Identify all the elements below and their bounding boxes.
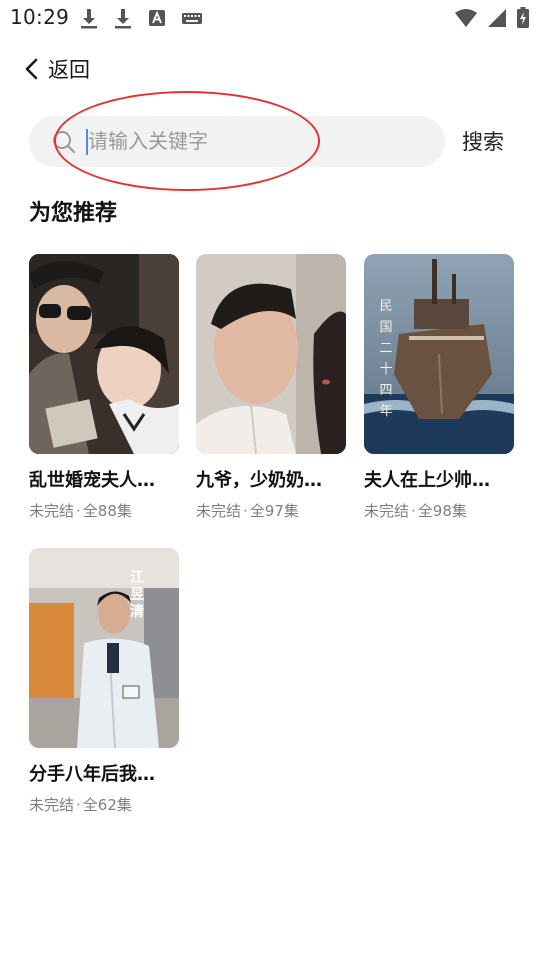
back-label: 返回 [48, 58, 90, 82]
drama-card[interactable]: 江 昱 清 分手八年后我… 未完结 · 全62集 [29, 548, 179, 815]
drama-card[interactable]: 九爷，少奶奶… 未完结 · 全97集 [196, 254, 346, 521]
poster-char: 二 [379, 341, 393, 356]
battery-charging-icon [516, 7, 530, 29]
poster-char: 民 [379, 299, 393, 314]
poster-char: 清 [130, 604, 144, 620]
drama-poster [29, 254, 179, 454]
search-button[interactable]: 搜索 [462, 126, 504, 156]
meta-separator: · [76, 502, 81, 520]
drama-title: 夫人在上少帅… [364, 470, 490, 491]
meta-separator: · [411, 502, 416, 520]
drama-card[interactable]: 乱世婚宠夫人… 未完结 · 全88集 [29, 254, 179, 521]
drama-poster: 江 昱 清 [29, 548, 179, 748]
poster-char: 国 [379, 320, 393, 335]
drama-title: 分手八年后我… [29, 764, 155, 785]
drama-episodes: 全88集 [82, 502, 132, 520]
search-icon [51, 129, 77, 155]
meta-separator: · [76, 796, 81, 814]
search-box[interactable] [29, 116, 445, 167]
chevron-left-icon [22, 57, 42, 81]
drama-episodes: 全62集 [82, 796, 132, 814]
screen: 10:29 返回 请输入关键字 搜索 为您推荐 乱世婚宠夫人… 未完结 · 全8… [0, 0, 540, 960]
poster-char: 四 [379, 383, 393, 398]
cellular-signal-icon [486, 7, 508, 29]
font-icon [146, 7, 168, 29]
keyboard-icon [180, 7, 204, 29]
poster-char: 江 [130, 570, 144, 586]
status-bar: 10:29 [0, 0, 540, 36]
drama-status: 未完结 [196, 502, 242, 520]
search-bar: 搜索 [0, 116, 540, 168]
drama-title: 乱世婚宠夫人… [29, 470, 155, 491]
drama-status: 未完结 [29, 796, 75, 814]
download-icon [112, 7, 134, 29]
drama-meta: 未完结 · 全88集 [29, 500, 179, 521]
poster-char: 昱 [130, 587, 144, 603]
back-button[interactable]: 返回 [22, 52, 90, 86]
poster-vertical-text: 江 昱 清 [127, 570, 147, 621]
download-icon [78, 7, 100, 29]
drama-poster [196, 254, 346, 454]
drama-status: 未完结 [364, 502, 410, 520]
status-time: 10:29 [10, 5, 70, 29]
drama-meta: 未完结 · 全62集 [29, 794, 179, 815]
poster-char: 年 [379, 404, 393, 419]
system-icons [454, 7, 530, 29]
drama-poster: 民 国 二 十 四 年 [364, 254, 514, 454]
drama-card[interactable]: 民 国 二 十 四 年 夫人在上少帅… 未完结 · 全98集 [364, 254, 514, 521]
drama-meta: 未完结 · 全97集 [196, 500, 346, 521]
drama-episodes: 全97集 [249, 502, 299, 520]
section-title: 为您推荐 [29, 201, 118, 226]
drama-title: 九爷，少奶奶… [196, 470, 322, 491]
header: 返回 [0, 46, 540, 92]
notification-icons [78, 7, 204, 29]
drama-episodes: 全98集 [417, 502, 467, 520]
search-input[interactable] [88, 121, 428, 161]
drama-meta: 未完结 · 全98集 [364, 500, 514, 521]
wifi-icon [454, 7, 478, 29]
meta-separator: · [243, 502, 248, 520]
poster-char: 十 [379, 362, 393, 377]
drama-status: 未完结 [29, 502, 75, 520]
poster-vertical-text: 民 国 二 十 四 年 [376, 296, 396, 422]
